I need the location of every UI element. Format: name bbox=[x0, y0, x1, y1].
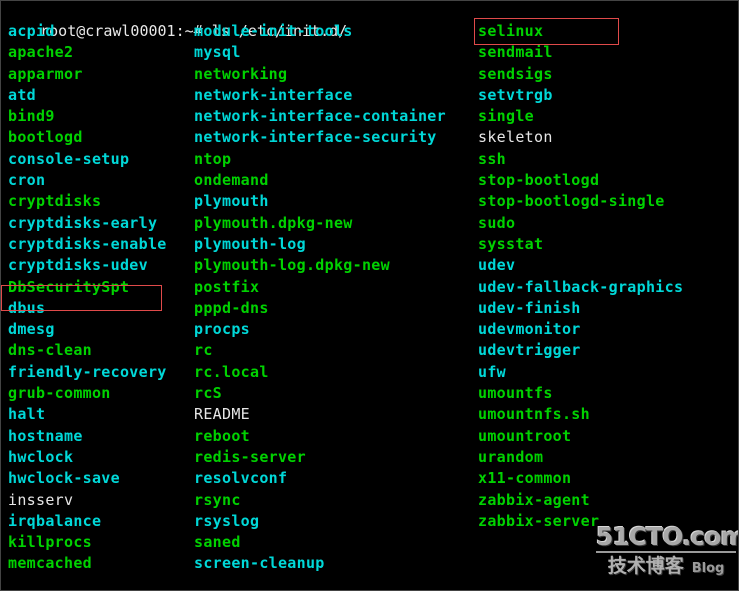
file-entry: network-interface-container bbox=[194, 107, 446, 126]
file-entry: halt bbox=[8, 405, 46, 424]
file-entry: hwclock-save bbox=[8, 469, 120, 488]
file-entry: single bbox=[478, 107, 534, 126]
file-entry: skeleton bbox=[478, 128, 553, 147]
file-entry: ufw bbox=[478, 362, 506, 381]
watermark-subtitle-cn: 技术博客 bbox=[607, 555, 684, 577]
file-entry: ntop bbox=[194, 149, 232, 168]
shell-prompt-line: root@crawl00001:~# ls /etc/init.d/ bbox=[4, 1, 347, 40]
file-entry: rsync bbox=[194, 490, 241, 509]
file-entry: networking bbox=[194, 64, 288, 83]
file-entry: rc bbox=[194, 341, 213, 360]
file-entry: zabbix-agent bbox=[478, 490, 590, 509]
file-entry: rsyslog bbox=[194, 511, 260, 530]
file-entry: sudo bbox=[478, 213, 516, 232]
file-entry: memcached bbox=[8, 554, 92, 573]
file-entry: module-init-tools bbox=[194, 22, 353, 40]
file-entry: cryptdisks-early bbox=[8, 213, 158, 232]
file-entry: pppd-dns bbox=[194, 298, 269, 317]
file-entry: dbus bbox=[8, 298, 46, 317]
file-entry: plymouth.dpkg-new bbox=[194, 213, 353, 232]
file-entry: procps bbox=[194, 320, 250, 339]
file-entry: README bbox=[194, 405, 250, 424]
watermark: 51CTO.com 技术博客 Blog bbox=[596, 522, 739, 586]
file-entry: stop-bootlogd bbox=[478, 171, 600, 190]
file-entry: plymouth-log bbox=[194, 234, 306, 253]
file-entry: resolvconf bbox=[194, 469, 288, 488]
file-entry: bootlogd bbox=[8, 128, 83, 147]
file-entry: reboot bbox=[194, 426, 250, 445]
file-entry: urandom bbox=[478, 447, 544, 466]
file-entry: setvtrgb bbox=[478, 85, 553, 104]
file-entry: apache2 bbox=[8, 43, 74, 62]
file-entry: insserv bbox=[8, 490, 74, 509]
watermark-subtitle-row: 技术博客 Blog bbox=[596, 556, 736, 576]
file-entry: cryptdisks-enable bbox=[8, 234, 167, 253]
file-entry: udev bbox=[478, 256, 516, 275]
file-entry: udev-finish bbox=[478, 298, 581, 317]
watermark-subtitle-en: Blog bbox=[691, 561, 725, 576]
file-entry: plymouth-log.dpkg-new bbox=[194, 256, 390, 275]
file-entry: acpid bbox=[8, 22, 55, 40]
file-entry: irqbalance bbox=[8, 511, 102, 530]
file-entry: udevmonitor bbox=[478, 320, 581, 339]
file-entry: ssh bbox=[478, 149, 506, 168]
file-entry: udev-fallback-graphics bbox=[478, 277, 684, 296]
file-entry: network-interface bbox=[194, 85, 353, 104]
file-entry: cryptdisks bbox=[8, 192, 102, 211]
file-entry: network-interface-security bbox=[194, 128, 437, 147]
file-entry: friendly-recovery bbox=[8, 362, 167, 381]
file-entry: x11-common bbox=[478, 469, 572, 488]
file-entry: sendsigs bbox=[478, 64, 553, 83]
file-entry: umountfs bbox=[478, 384, 553, 403]
file-entry: dns-clean bbox=[8, 341, 92, 360]
file-entry: udevtrigger bbox=[478, 341, 581, 360]
file-entry: selinux bbox=[478, 22, 544, 40]
terminal-window[interactable]: root@crawl00001:~# ls /etc/init.d/ acpid… bbox=[0, 0, 739, 591]
file-listing-column-2: module-init-tools mysql networking network-… bbox=[190, 21, 473, 575]
file-entry: dmesg bbox=[8, 320, 55, 339]
file-entry: console-setup bbox=[8, 149, 130, 168]
file-entry: killprocs bbox=[8, 533, 92, 552]
file-entry: grub-common bbox=[8, 384, 111, 403]
file-entry: umountroot bbox=[478, 426, 572, 445]
file-entry: umountnfs.sh bbox=[478, 405, 590, 424]
file-entry: stop-bootlogd-single bbox=[478, 192, 665, 211]
file-entry: apparmor bbox=[8, 64, 83, 83]
file-entry: postfix bbox=[194, 277, 260, 296]
file-entry: rcS bbox=[194, 384, 222, 403]
file-entry: atd bbox=[8, 85, 36, 104]
file-entry: ondemand bbox=[194, 171, 269, 190]
file-entry: DbSecuritySpt bbox=[8, 277, 130, 296]
file-listing-column-1: acpid apache2 apparmor atd bind9 bootlogd cons… bbox=[4, 21, 189, 575]
file-entry: plymouth bbox=[194, 192, 269, 211]
file-entry: sysstat bbox=[478, 234, 544, 253]
file-entry: bind9 bbox=[8, 107, 55, 126]
file-entry: hostname bbox=[8, 426, 83, 445]
file-listing-column-3: selinux sendmail sendsigs setvtrgb single ske… bbox=[474, 21, 738, 532]
file-entry: sendmail bbox=[478, 43, 553, 62]
file-entry: redis-server bbox=[194, 447, 306, 466]
file-entry: cron bbox=[8, 171, 46, 190]
file-entry: screen-cleanup bbox=[194, 554, 325, 573]
file-entry: saned bbox=[194, 533, 241, 552]
file-entry: cryptdisks-udev bbox=[8, 256, 148, 275]
file-entry: mysql bbox=[194, 43, 241, 62]
file-entry: hwclock bbox=[8, 447, 74, 466]
watermark-site-name: 51CTO.com bbox=[596, 522, 739, 553]
file-entry: rc.local bbox=[194, 362, 269, 381]
